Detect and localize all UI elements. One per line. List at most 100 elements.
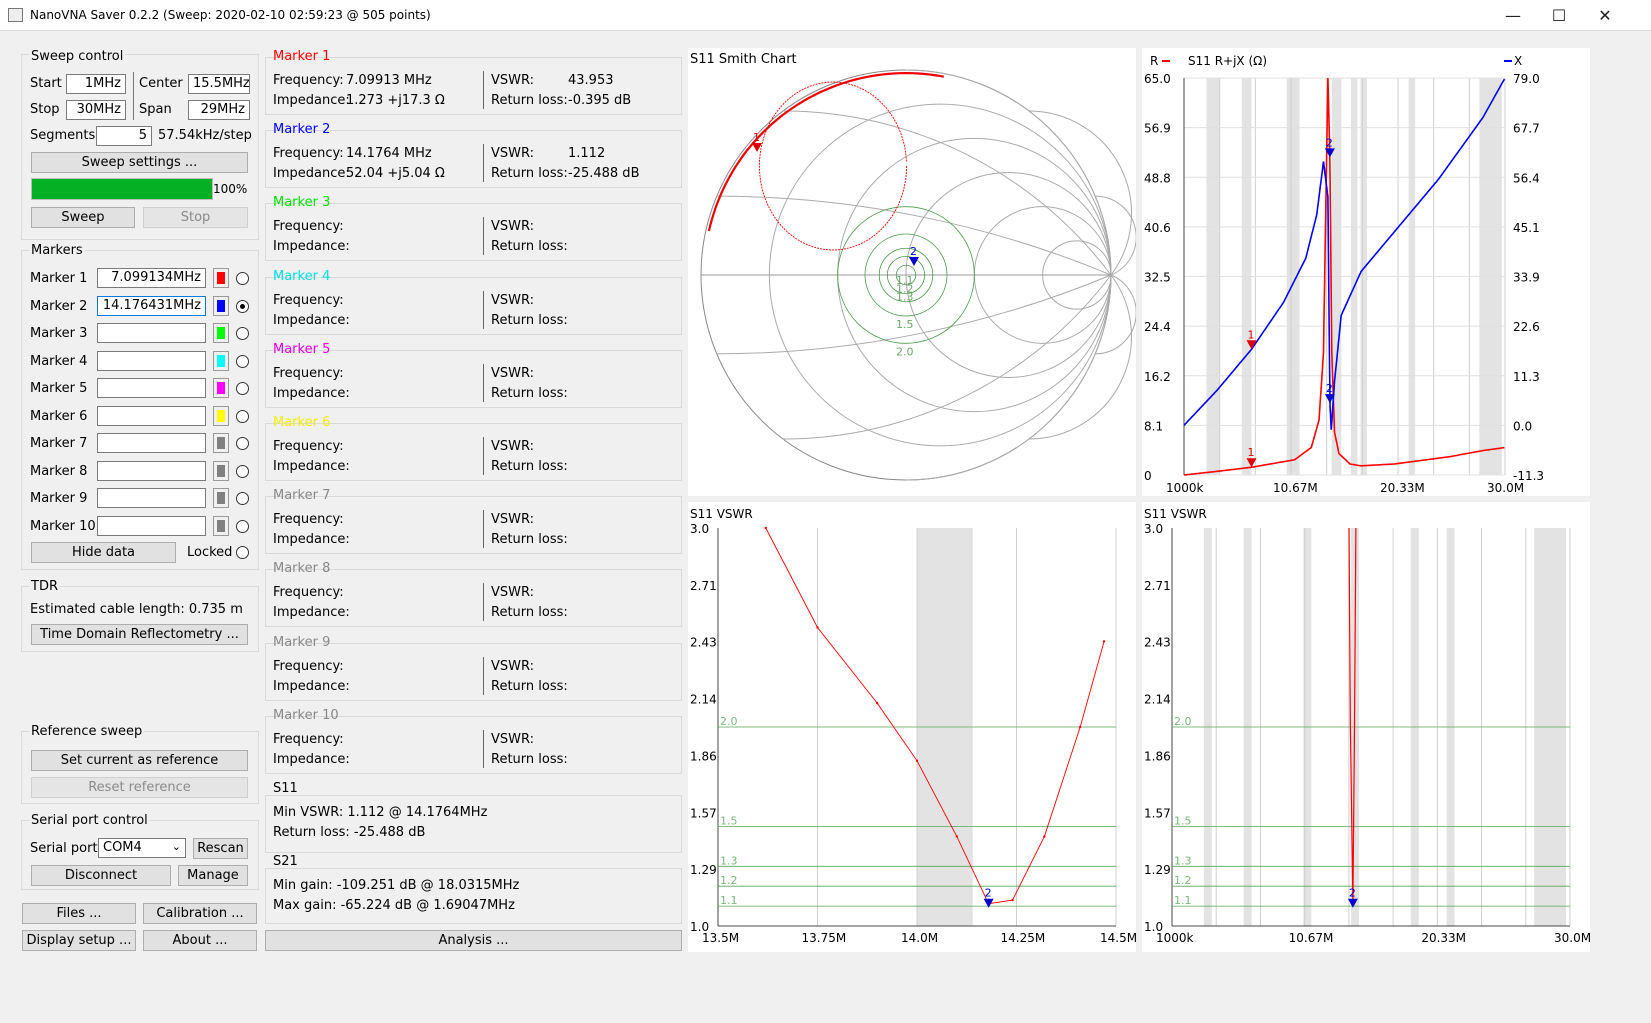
impedance-label: Impedance: [273,93,350,108]
display-setup-button[interactable]: Display setup ... [22,930,136,951]
tdr-button[interactable]: Time Domain Reflectometry ... [31,624,248,645]
y-tick-label: 1.57 [1144,806,1171,820]
marker-frequency-input[interactable] [97,433,206,453]
detail-divider [483,363,484,402]
locked-label: Locked [187,545,233,560]
close-button[interactable]: ✕ [1582,0,1628,31]
vswr-ref-label: 2.0 [1174,715,1192,728]
sweep-settings-button[interactable]: Sweep settings ... [31,152,248,173]
marker-color-button[interactable] [213,268,229,288]
marker-frequency-input[interactable]: 7.099134MHz [97,268,206,288]
marker-frequency-input[interactable]: 14.176431MHz [97,295,206,316]
disconnect-button[interactable]: Disconnect [31,865,171,886]
marker-color-button[interactable] [213,488,229,508]
marker-color-button[interactable] [213,460,229,481]
marker-detail-title: Marker 2 [273,122,331,138]
marker-select-radio[interactable] [236,519,249,533]
marker-select-radio[interactable] [236,299,249,313]
vswr-label: VSWR: [491,146,535,162]
stop-input[interactable]: 30MHz [66,100,126,120]
impedance-label: Impedance: [273,678,350,694]
marker-select-radio[interactable] [236,272,249,285]
detail-divider [483,437,484,475]
x-tick-label: 1000k [1166,481,1204,495]
hide-data-button[interactable]: Hide data [31,542,176,563]
impedance-label: Impedance: [273,605,350,621]
segments-input[interactable]: 5 [96,126,152,146]
y-tick-label: 2.43 [690,636,717,650]
rescan-button[interactable]: Rescan [193,838,248,859]
files-button[interactable]: Files ... [22,903,136,924]
analysis-button[interactable]: Analysis ... [265,930,682,951]
start-input[interactable]: 1MHz [66,74,126,94]
stop-button[interactable]: Stop [143,207,248,228]
marker-select-radio[interactable] [236,492,249,505]
s11-summary-title: S11 [273,781,298,796]
marker-number-label: 2 [985,887,992,900]
marker-detail-title: Marker 1 [273,49,331,64]
marker-select-radio[interactable] [236,354,249,368]
marker-frequency-input[interactable] [97,323,206,343]
vswr-ref-label: 1.2 [1174,874,1192,887]
marker-color-swatch [217,437,225,449]
rjx-chart-panel[interactable]: R S11 R+jX (Ω) X 65.0 79.0 56.9 67.7 48.8 56.4 40… [1142,48,1590,496]
calibration-button[interactable]: Calibration ... [143,903,257,924]
frequency-value: 7.09913 MHz [346,73,432,88]
marker-select-radio[interactable] [236,464,249,478]
marker-color-swatch [217,492,225,504]
marker-frequency-input[interactable] [97,515,206,536]
marker-color-button[interactable] [213,515,229,536]
center-input[interactable]: 15.5MHz [188,74,250,94]
impedance-value: 52.04 +j5.04 Ω [346,166,445,182]
marker-frequency-input[interactable] [97,378,206,398]
return-loss-label: Return loss: [491,605,568,621]
locked-toggle[interactable] [236,546,249,559]
about-button[interactable]: About ... [143,930,257,951]
x-tick-label: 14.25M [1001,931,1046,945]
marker-frequency-input[interactable] [97,460,206,481]
x-legend-label: X [1514,54,1522,68]
marker-color-button[interactable] [213,323,229,343]
marker-detail-title: Marker 7 [273,488,331,504]
window-title: NanoVNA Saver 0.2.2 (Sweep: 2020-02-10 0… [30,8,431,22]
marker-frequency-input[interactable] [97,488,206,508]
manage-button[interactable]: Manage [178,865,248,886]
maximize-button[interactable]: ☐ [1536,0,1582,31]
span-input[interactable]: 29MHz [188,100,250,120]
marker-color-button[interactable] [213,350,229,371]
x-tick-label: 13.75M [802,931,847,945]
y-right-tick-label: 67.7 [1513,122,1540,136]
vswr-full-chart-panel[interactable]: S11 VSWR 3.0 2.71 2.43 2.14 1.86 1.57 1.29 1.0 2.… [1142,502,1591,952]
y-tick-label: 2.14 [1144,693,1171,707]
marker-color-swatch [217,327,225,339]
frequency-label: Frequency: [273,292,344,308]
marker-color-button[interactable] [213,433,229,453]
marker-detail-title: Marker 8 [273,561,331,577]
sweep-button[interactable]: Sweep [31,207,135,228]
marker-select-radio[interactable] [236,409,249,423]
serial-port-select[interactable]: COM4 ⌄ [98,838,186,858]
marker-label: Marker 4 [30,353,88,369]
return-loss-label: Return loss: [491,239,568,255]
marker-select-radio[interactable] [236,382,249,395]
title-bar: NanoVNA Saver 0.2.2 (Sweep: 2020-02-10 0… [0,0,1651,31]
marker-select-radio[interactable] [236,327,249,340]
vswr-ref-label: 1.3 [720,854,738,867]
frequency-label: Frequency: [273,365,344,381]
marker-frequency-input[interactable] [97,405,206,426]
marker-color-button[interactable] [213,378,229,398]
vswr-label: VSWR: [491,439,535,454]
marker-select-radio[interactable] [236,437,249,450]
marker-color-button[interactable] [213,295,229,316]
marker-color-button[interactable] [213,405,229,426]
frequency-label: Frequency: [273,219,344,235]
set-reference-button[interactable]: Set current as reference [31,750,248,771]
serial-port-value: COM4 [103,840,142,855]
marker-frequency-input[interactable] [97,350,206,371]
vswr-ref-label: 1.1 [720,894,738,907]
minimize-button[interactable]: — [1490,0,1536,31]
reset-reference-button[interactable]: Reset reference [31,777,248,798]
center-label: Center [139,76,183,91]
vswr-zoom-chart-panel[interactable]: S11 VSWR 3.0 2.71 2.43 2.14 1.86 1.57 1.29 1.0 2.… [688,502,1137,952]
smith-chart-panel[interactable]: S11 Smith Chart 1.1 1.2 1.3 1.5 2.0 1 2 [688,48,1137,496]
